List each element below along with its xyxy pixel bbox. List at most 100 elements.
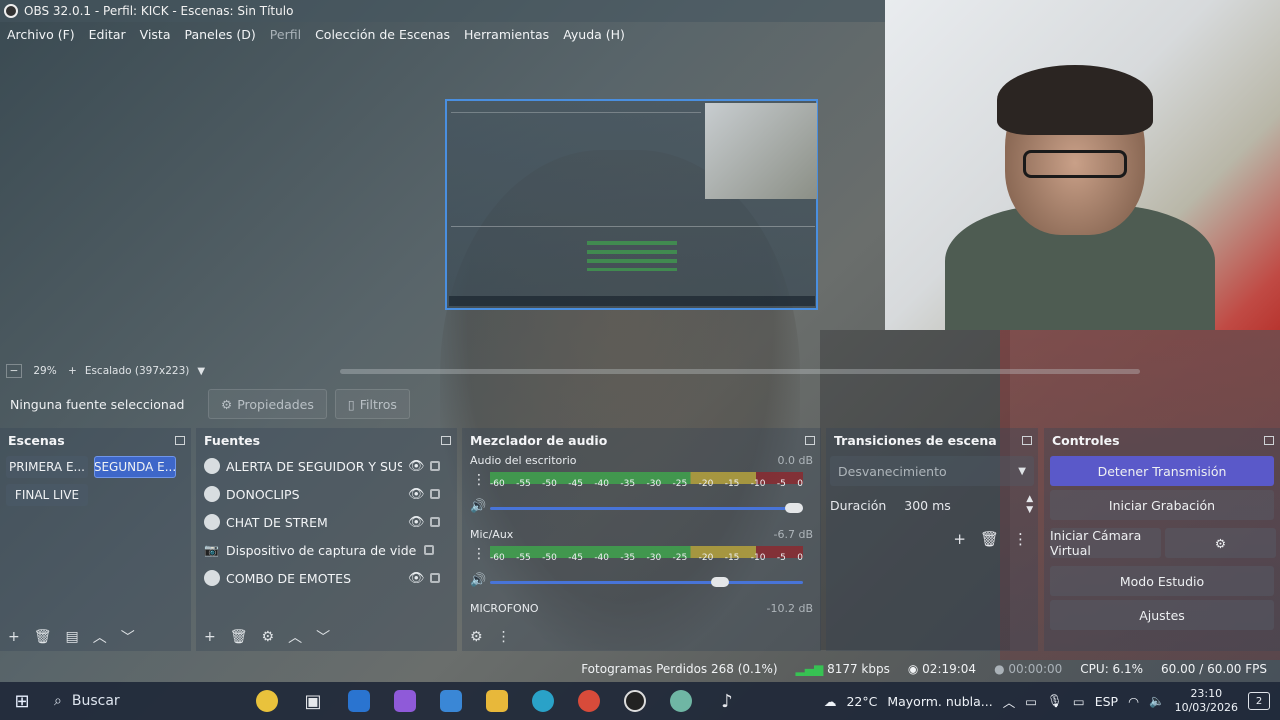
settings-button[interactable]: Ajustes — [1050, 600, 1274, 630]
volume-knob[interactable] — [711, 577, 729, 587]
menu-herramientas[interactable]: Herramientas — [464, 27, 549, 42]
source-row[interactable]: ALERTA DE SEGUIDOR Y SUSCRI 👁 — [196, 452, 457, 480]
scene-item-primera[interactable]: PRIMERA E... — [6, 456, 88, 478]
stop-streaming-button[interactable]: Detener Transmisión — [1050, 456, 1274, 486]
move-up-icon[interactable]: ︿ — [288, 627, 302, 647]
add-transition-icon[interactable]: + — [953, 530, 966, 548]
properties-button[interactable]: ⚙ Propiedades — [208, 389, 327, 419]
chrome-icon[interactable] — [566, 682, 612, 720]
notifications-icon[interactable]: 2 — [1248, 692, 1270, 710]
transitions-title: Transiciones de escena — [834, 432, 997, 448]
copilot-sparkle-icon[interactable] — [244, 682, 290, 720]
network-icon[interactable]: ▭ — [1025, 694, 1037, 709]
undock-icon[interactable] — [1022, 435, 1032, 445]
volume-slider[interactable] — [490, 503, 803, 513]
volume-slider[interactable] — [490, 577, 803, 587]
scene-filters-icon[interactable]: ▤ — [66, 629, 79, 645]
menu-coleccion-escenas[interactable]: Colección de Escenas — [315, 27, 450, 42]
visibility-eye-icon[interactable]: 👁 — [408, 515, 425, 530]
visibility-eye-icon[interactable]: 👁 — [408, 487, 425, 502]
move-down-icon[interactable]: ﹀ — [316, 627, 330, 647]
source-row[interactable]: 📷 Dispositivo de captura de video — [196, 536, 457, 564]
preview-horizontal-scrollbar[interactable] — [340, 369, 1140, 374]
undock-icon[interactable] — [805, 435, 815, 445]
weather-icon: ☁ — [823, 693, 837, 709]
scaling-dropdown-icon[interactable]: ▼ — [197, 366, 205, 377]
outlook-icon[interactable] — [336, 682, 382, 720]
obs-taskbar-icon[interactable] — [612, 682, 658, 720]
copilot-icon[interactable] — [382, 682, 428, 720]
lock-icon[interactable] — [430, 489, 440, 499]
undock-icon[interactable] — [441, 435, 451, 445]
speaker-icon[interactable]: 🔊 — [470, 573, 486, 588]
scene-item-final-live[interactable]: FINAL LIVE — [6, 484, 88, 506]
duration-input[interactable]: 300 ms — [896, 491, 1016, 519]
scale-tick: -40 — [594, 479, 610, 489]
scale-tick: -10 — [750, 553, 766, 563]
scale-tick: -20 — [698, 553, 714, 563]
volume-icon[interactable]: 🔈 — [1149, 693, 1165, 709]
lock-icon[interactable] — [430, 461, 440, 471]
add-scene-icon[interactable]: + — [8, 629, 20, 645]
clock[interactable]: 23:10 10/03/2026 — [1175, 687, 1238, 715]
display-icon[interactable]: ▭ — [1073, 694, 1085, 709]
lock-icon[interactable] — [430, 573, 440, 583]
chevron-up-icon[interactable]: ︿ — [1003, 692, 1016, 711]
menu-archivo[interactable]: Archivo (F) — [7, 27, 75, 42]
windows-start-icon[interactable]: ⊞ — [0, 691, 44, 712]
visibility-eye-icon[interactable]: 👁 — [408, 459, 425, 474]
virtual-camera-settings-icon[interactable]: ⚙ — [1165, 528, 1276, 558]
menu-editar[interactable]: Editar — [89, 27, 126, 42]
stream-time-value: 02:19:04 — [922, 662, 977, 676]
weather-text[interactable]: Mayorm. nubla... — [887, 694, 992, 709]
task-view-icon[interactable]: ▣ — [290, 682, 336, 720]
undock-icon[interactable] — [175, 435, 185, 445]
move-down-icon[interactable]: ﹀ — [121, 627, 135, 647]
speaker-icon[interactable]: 🔊 — [470, 499, 486, 514]
app-icon[interactable] — [658, 682, 704, 720]
wifi-icon[interactable]: ◠ — [1128, 694, 1139, 709]
lock-icon[interactable] — [430, 517, 440, 527]
remove-source-icon[interactable]: 🗑 — [230, 629, 248, 645]
start-virtual-camera-button[interactable]: Iniciar Cámara Virtual — [1050, 528, 1161, 558]
remove-transition-icon[interactable]: 🗑 — [980, 530, 999, 548]
edge-icon[interactable] — [520, 682, 566, 720]
source-row[interactable]: DONOCLIPS 👁 — [196, 480, 457, 508]
lock-icon[interactable] — [424, 545, 434, 555]
advanced-audio-icon[interactable]: ⚙ — [470, 629, 483, 645]
start-recording-button[interactable]: Iniciar Grabación — [1050, 490, 1274, 520]
file-explorer-icon[interactable] — [474, 682, 520, 720]
duration-stepper-icon[interactable]: ▲ ▼ — [1026, 494, 1033, 516]
mic-icon[interactable]: 🎙 — [1047, 693, 1063, 709]
volume-knob[interactable] — [785, 503, 803, 513]
preview-selected-source[interactable] — [445, 99, 818, 310]
scene-item-segunda[interactable]: SEGUNDA E... — [94, 456, 176, 478]
controls-dock: Controles Detener Transmisión Iniciar Gr… — [1044, 428, 1280, 651]
channel-menu-icon[interactable]: ⋮ — [472, 472, 486, 488]
language[interactable]: ESP — [1095, 694, 1118, 709]
source-row[interactable]: CHAT DE STREM 👁 — [196, 508, 457, 536]
stream-time: ◉ 02:19:04 — [908, 662, 976, 676]
source-row[interactable]: COMBO DE EMOTES 👁 — [196, 564, 457, 592]
channel-menu-icon[interactable]: ⋮ — [472, 546, 486, 562]
mixer-menu-icon[interactable]: ⋮ — [497, 629, 511, 645]
menu-vista[interactable]: Vista — [140, 27, 171, 42]
scale-tick: -45 — [568, 479, 583, 489]
undock-icon[interactable] — [1264, 435, 1274, 445]
add-source-icon[interactable]: + — [204, 629, 216, 645]
menu-ayuda[interactable]: Ayuda (H) — [563, 27, 625, 42]
zoom-in-button[interactable]: + — [68, 365, 77, 377]
store-icon[interactable] — [428, 682, 474, 720]
move-up-icon[interactable]: ︿ — [93, 627, 107, 647]
visibility-eye-icon[interactable]: 👁 — [408, 571, 425, 586]
transition-menu-icon[interactable]: ⋮ — [1013, 530, 1028, 548]
zoom-out-button[interactable]: − — [6, 364, 22, 378]
menu-paneles[interactable]: Paneles (D) — [185, 27, 256, 42]
transition-select[interactable]: Desvanecimiento ▼ — [830, 456, 1034, 486]
studio-mode-button[interactable]: Modo Estudio — [1050, 566, 1274, 596]
tiktok-icon[interactable]: ♪ — [704, 682, 750, 720]
source-properties-icon[interactable]: ⚙ — [262, 629, 275, 645]
filters-button[interactable]: ▯ Filtros — [334, 389, 410, 419]
remove-scene-icon[interactable]: 🗑 — [34, 629, 52, 645]
taskbar-search[interactable]: ⌕ Buscar — [44, 686, 244, 716]
